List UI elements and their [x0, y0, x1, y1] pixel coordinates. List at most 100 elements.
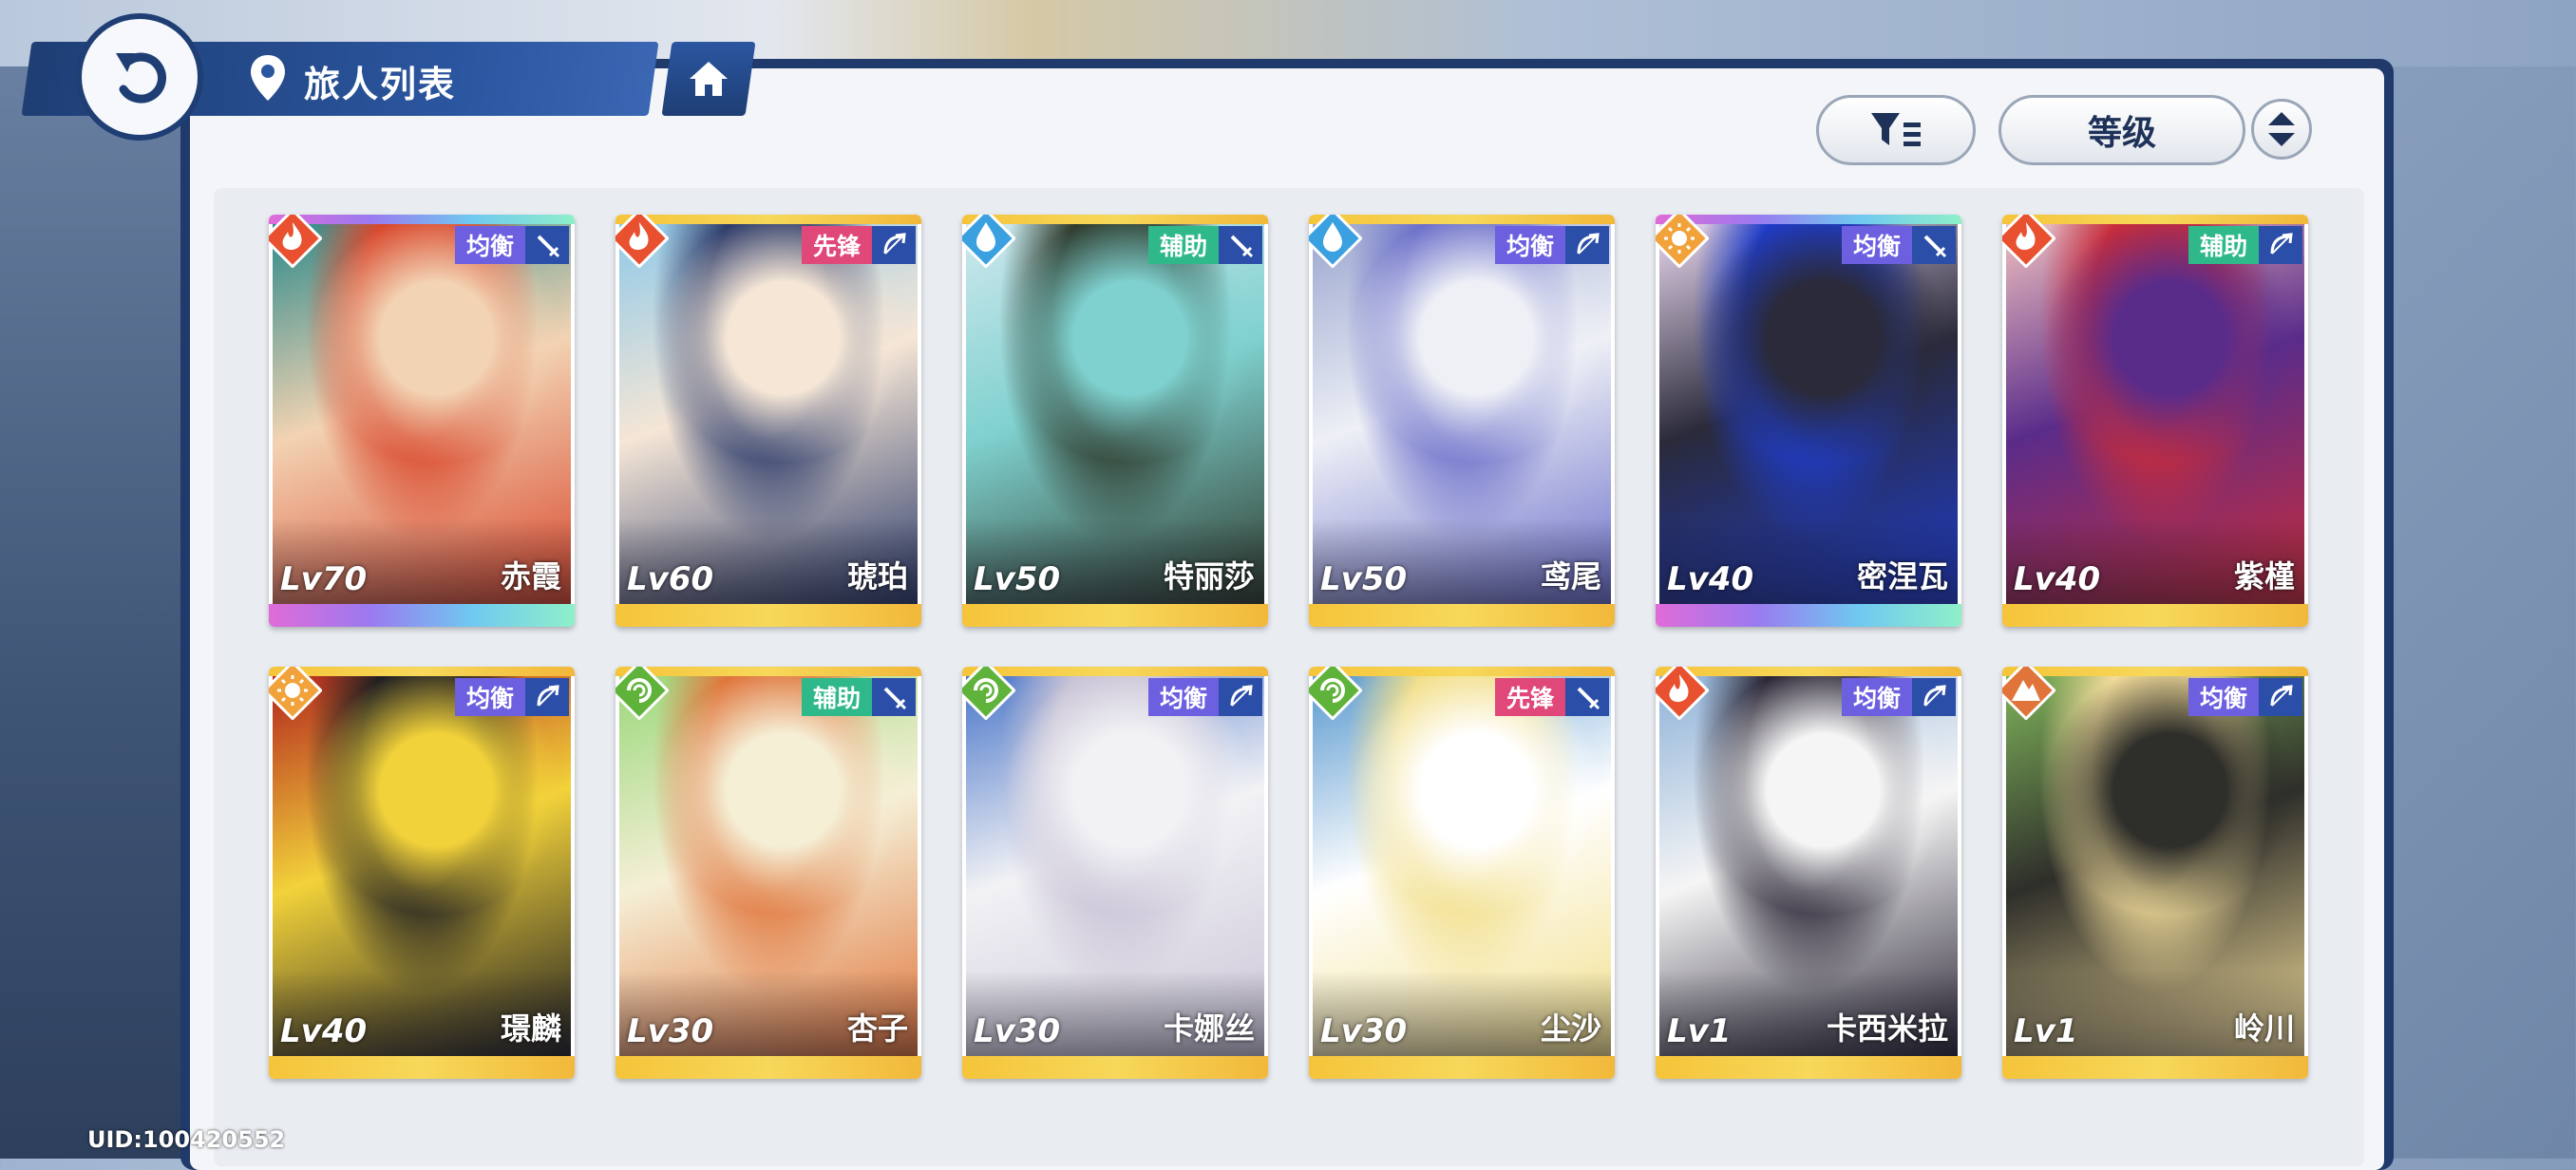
back-button[interactable]: [76, 13, 203, 141]
card-rarity-frame: [269, 1056, 575, 1079]
character-name: 鸢尾: [1540, 558, 1601, 594]
character-card[interactable]: 辅助 Lv50 特丽莎: [962, 215, 1268, 627]
wind-element-icon: [962, 667, 1015, 720]
weapon-type-badge: [872, 226, 916, 264]
weapon-type-badge: [1219, 226, 1262, 264]
sort-order-toggle[interactable]: [2251, 99, 2312, 160]
weapon-type-badge: [2259, 678, 2302, 716]
character-portrait: [1313, 224, 1611, 604]
character-level: Lv1: [2014, 1012, 2078, 1050]
character-card[interactable]: 均衡 Lv50 鸢尾: [1309, 215, 1615, 627]
character-card[interactable]: 均衡 Lv40 璟麟: [269, 667, 575, 1079]
character-name: 杏子: [846, 1010, 908, 1047]
light-element-icon: [269, 667, 322, 720]
bow-icon: [1230, 685, 1253, 707]
character-card[interactable]: 先锋 Lv60 琥珀: [616, 215, 921, 627]
character-portrait: [1659, 224, 1958, 604]
water-element-icon: [962, 215, 1015, 268]
character-name: 尘沙: [1540, 1010, 1601, 1047]
role-badge: 均衡: [1841, 226, 1912, 264]
fire-element-icon: [269, 215, 322, 268]
character-level: Lv50: [1320, 560, 1408, 598]
home-icon: [690, 62, 728, 96]
role-badge: 均衡: [1841, 678, 1912, 716]
character-portrait: [966, 676, 1264, 1056]
character-card[interactable]: 均衡 Lv1 卡西米拉: [1656, 667, 1961, 1079]
character-portrait: [273, 224, 571, 604]
earth-element-icon: [2002, 667, 2055, 720]
card-rarity-frame: [2002, 1056, 2308, 1079]
weapon-type-badge: [1565, 678, 1609, 716]
character-name: 璟麟: [500, 1010, 561, 1047]
character-portrait: [273, 676, 571, 1056]
weapon-type-badge: [872, 678, 916, 716]
character-name: 紫槿: [2233, 558, 2295, 594]
back-arrow-icon: [116, 52, 166, 104]
role-badge: 均衡: [454, 226, 525, 264]
role-badge: 辅助: [2188, 226, 2259, 264]
weapon-type-badge: [1912, 226, 1956, 264]
character-card[interactable]: 辅助 Lv30 杏子: [616, 667, 921, 1079]
page-title: 旅人列表: [304, 64, 457, 105]
sword-icon: [883, 687, 907, 710]
character-level: Lv30: [627, 1012, 714, 1050]
filter-icon: [1871, 113, 1921, 146]
card-rarity-frame: [616, 1056, 921, 1079]
bow-icon: [2270, 233, 2293, 255]
bow-icon: [1923, 685, 1946, 707]
character-portrait: [619, 676, 918, 1056]
role-badge: 辅助: [1147, 226, 1219, 264]
role-badge: 均衡: [1494, 226, 1565, 264]
sort-by-dropdown[interactable]: 等级: [1998, 95, 2245, 165]
bow-icon: [537, 685, 559, 707]
sword-icon: [1230, 235, 1254, 258]
character-card[interactable]: 均衡 Lv40 密涅瓦: [1656, 215, 1961, 627]
wind-element-icon: [1309, 667, 1362, 720]
character-card[interactable]: 均衡 Lv30 卡娜丝: [962, 667, 1268, 1079]
sword-icon: [537, 235, 560, 258]
character-level: Lv30: [974, 1012, 1061, 1050]
bow-icon: [883, 233, 906, 255]
character-card[interactable]: 均衡 Lv1 岭川: [2002, 667, 2308, 1079]
card-rarity-frame: [962, 1056, 1268, 1079]
character-level: Lv40: [1667, 560, 1754, 598]
fire-element-icon: [616, 215, 669, 268]
home-button[interactable]: [661, 42, 756, 116]
role-badge: 先锋: [1494, 678, 1565, 716]
bow-icon: [2270, 685, 2293, 707]
sword-icon: [1923, 235, 1947, 258]
sort-arrows-icon: [2268, 112, 2295, 146]
weapon-type-badge: [525, 226, 569, 264]
bow-icon: [1577, 233, 1600, 255]
light-element-icon: [1656, 215, 1709, 268]
water-element-icon: [1309, 215, 1362, 268]
character-level: Lv1: [1667, 1012, 1732, 1050]
character-level: Lv40: [280, 1012, 368, 1050]
character-name: 特丽莎: [1163, 558, 1255, 594]
card-rarity-frame: [269, 604, 575, 627]
character-portrait: [2006, 224, 2304, 604]
character-name: 密涅瓦: [1856, 558, 1948, 594]
user-id: UID:100420552: [87, 1126, 286, 1153]
wind-element-icon: [616, 667, 669, 720]
character-card[interactable]: 先锋 Lv30 尘沙: [1309, 667, 1615, 1079]
character-level: Lv40: [2014, 560, 2101, 598]
character-portrait: [619, 224, 918, 604]
character-portrait: [1659, 676, 1958, 1056]
filter-button[interactable]: [1816, 95, 1976, 165]
character-level: Lv30: [1320, 1012, 1408, 1050]
character-name: 岭川: [2233, 1010, 2295, 1047]
role-badge: 均衡: [2188, 678, 2259, 716]
card-rarity-frame: [616, 604, 921, 627]
character-name: 琥珀: [846, 558, 908, 594]
character-name: 卡西米拉: [1826, 1010, 1948, 1047]
character-card[interactable]: 辅助 Lv40 紫槿: [2002, 215, 2308, 627]
fire-element-icon: [2002, 215, 2055, 268]
character-level: Lv70: [280, 560, 368, 598]
role-badge: 均衡: [454, 678, 525, 716]
weapon-type-badge: [1912, 678, 1956, 716]
character-portrait: [2006, 676, 2304, 1056]
role-badge: 均衡: [1147, 678, 1219, 716]
character-card[interactable]: 均衡 Lv70 赤霞: [269, 215, 575, 627]
character-portrait: [966, 224, 1264, 604]
